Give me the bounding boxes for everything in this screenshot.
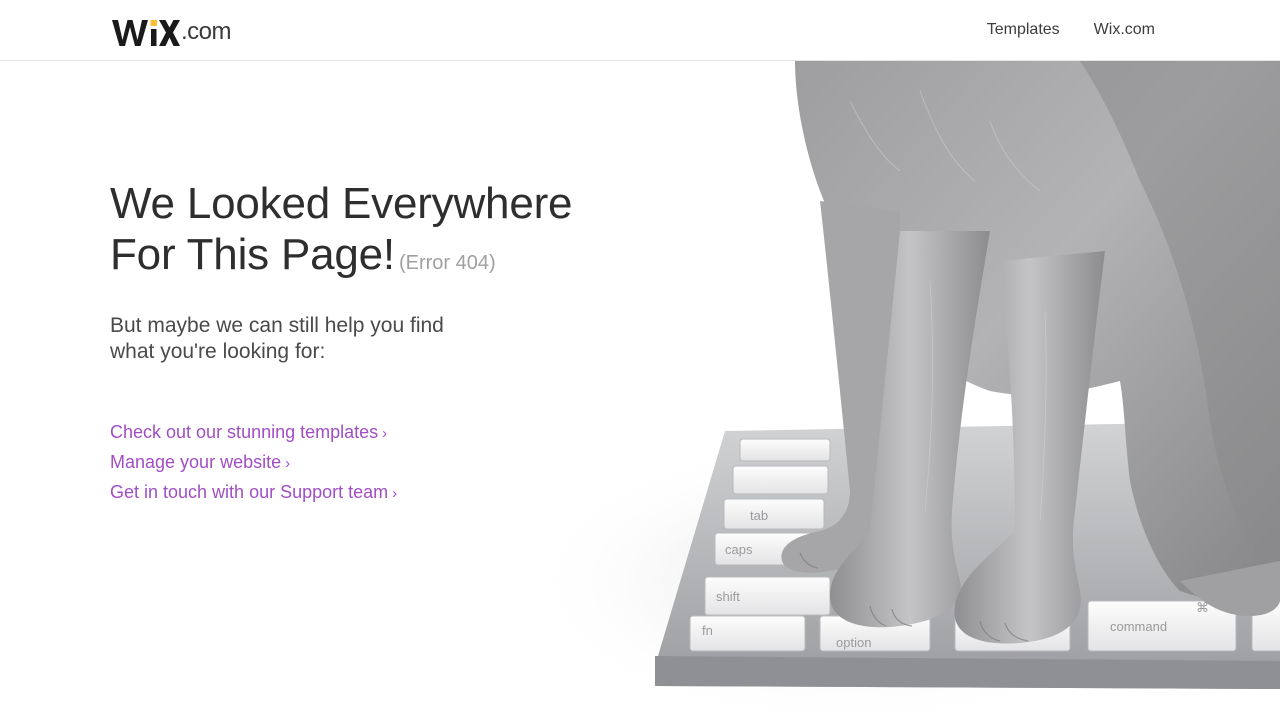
page-title: We Looked Everywhere For This Page! (Erro… [110,178,670,289]
templates-link[interactable]: Check out our stunning templates › [110,421,387,444]
title-line-1: We Looked Everywhere [110,179,573,228]
key-label-command: command [1110,619,1167,634]
title-line-2-text: For This Page! [110,230,395,279]
key-label-caps: caps [725,542,753,557]
support-team-link-label: Get in touch with our Support team [110,482,389,502]
manage-website-link[interactable]: Manage your website › [110,451,290,474]
help-links: Check out our stunning templates › Manag… [110,421,670,504]
top-nav: Templates Wix.com [987,20,1155,40]
error-code-label: (Error 404) [398,252,496,274]
wix-logo[interactable]: .com [112,8,232,48]
support-team-link[interactable]: Get in touch with our Support team › [110,481,397,504]
templates-link-label: Check out our stunning templates [110,422,379,442]
chevron-right-icon: › [285,455,291,472]
site-header: .com Templates Wix.com [0,0,1280,61]
logo-suffix: .com [181,18,232,45]
nav-templates-link[interactable]: Templates [987,20,1060,40]
chevron-right-icon: › [382,425,388,442]
error-content: We Looked Everywhere For This Page! (Erro… [110,178,670,504]
help-subtitle: But maybe we can still help you find wha… [110,314,444,363]
manage-website-link-label: Manage your website [110,452,282,472]
key-label-option: option [836,635,871,650]
wix-wordmark-icon [112,20,180,46]
chevron-right-icon: › [392,485,398,502]
key-label-tab: tab [750,508,768,523]
key-label-fn: fn [702,623,713,638]
title-line-2: For This Page! (Error 404) [110,229,670,289]
nav-wixcom-link[interactable]: Wix.com [1094,20,1155,40]
key-label-shift: shift [716,589,740,604]
